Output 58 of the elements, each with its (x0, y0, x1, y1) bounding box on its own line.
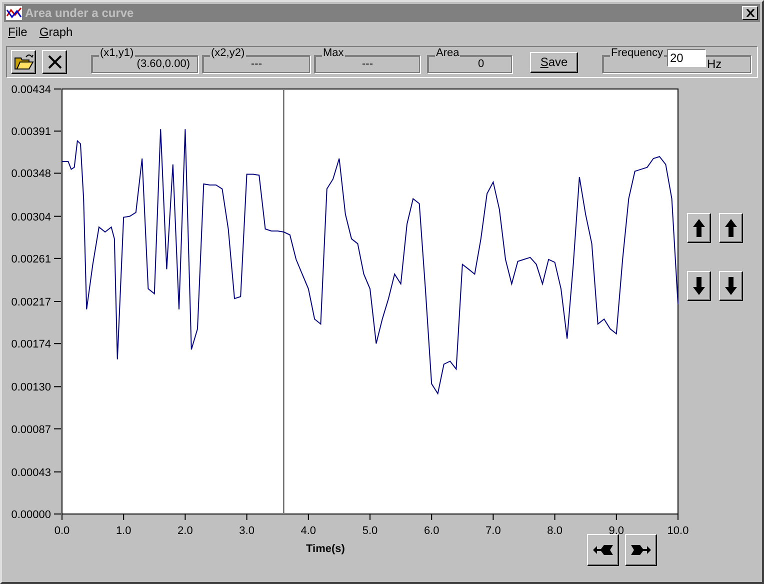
y-tick-label: 0.00391 (11, 126, 51, 138)
readout-value: 0 (476, 58, 486, 70)
readout-value: (3.60,0.00) (136, 58, 191, 70)
x-tick-label: 3.0 (239, 525, 254, 534)
x-tick-label: 8.0 (547, 525, 562, 534)
scroll-right-button[interactable] (625, 534, 657, 566)
x-tick-label: 5.0 (362, 525, 378, 534)
scroll-up-button[interactable] (687, 213, 711, 243)
cursor-line[interactable] (283, 90, 284, 514)
readout-label: Max (322, 46, 345, 58)
folder-icon (14, 53, 34, 71)
y-tick-label: 0.00348 (11, 168, 51, 180)
x-tick-label: 9.0 (608, 525, 624, 534)
down-arrow-icon (692, 276, 706, 296)
up-arrow-icon (724, 218, 738, 238)
x-tick-label: 0.0 (54, 525, 70, 534)
readout-value: --- (361, 58, 374, 70)
y-tick-label: 0.00434 (11, 84, 51, 96)
x-tick-label: 1.0 (116, 525, 132, 534)
zoom-up-button[interactable] (719, 213, 743, 243)
menu-item[interactable]: File (8, 25, 28, 41)
x-tick-label: 2.0 (178, 525, 193, 534)
x-tick-label: 6.0 (424, 525, 440, 534)
readout-label: Area (435, 46, 460, 58)
readout-value: --- (250, 58, 263, 70)
x-tick-label: 10.0 (667, 525, 689, 534)
scroll-left-button[interactable] (587, 534, 619, 566)
readout-label: (x2,y2) (210, 46, 246, 58)
x-axis-title: Time(s) (306, 543, 346, 555)
up-arrow-icon (692, 218, 706, 238)
zoom-down-button[interactable] (719, 271, 743, 301)
right-arrow-icon (630, 544, 652, 556)
y-tick-label: 0.00217 (11, 296, 51, 308)
unit-label: Hz (707, 56, 722, 70)
window-title: Area under a curve (25, 6, 135, 20)
y-tick-label: 0.00304 (11, 211, 51, 224)
y-tick-label: 0.00000 (11, 509, 51, 521)
y-tick-label: 0.00087 (11, 424, 51, 436)
frequency-field[interactable]: 20 (667, 48, 706, 66)
x-tick-label: 7.0 (486, 525, 501, 534)
x-tick-label: 4.0 (300, 525, 316, 534)
y-tick-label: 0.00130 (11, 382, 51, 394)
down-arrow-icon (724, 276, 738, 296)
frequency-label: Frequency (610, 46, 664, 58)
close-icon (48, 55, 62, 69)
delete-button[interactable] (42, 50, 67, 74)
chart-icon (6, 6, 22, 20)
close-button[interactable] (742, 6, 758, 20)
scroll-down-button[interactable] (687, 271, 711, 301)
readout-label: (x1,y1) (99, 46, 135, 58)
close-icon (746, 9, 754, 17)
y-tick-label: 0.00043 (11, 466, 51, 479)
save-button[interactable]: Save (530, 52, 578, 72)
left-arrow-icon (592, 544, 614, 556)
open-folder-button[interactable] (11, 50, 36, 74)
menu-item[interactable]: Graph (39, 25, 73, 41)
y-tick-label: 0.00261 (11, 253, 51, 266)
y-tick-label: 0.00174 (11, 338, 51, 351)
